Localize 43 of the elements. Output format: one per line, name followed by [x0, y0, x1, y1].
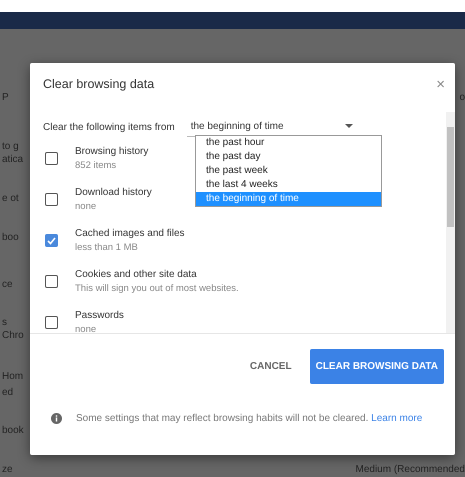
page-text: book — [2, 425, 24, 437]
page-text: to g — [2, 141, 20, 153]
dropdown-option[interactable]: the last 4 weeks — [196, 178, 381, 192]
page-text: boo — [2, 232, 20, 244]
info-icon — [51, 412, 62, 424]
checked-checkbox[interactable] — [45, 234, 58, 248]
item-detail: none — [75, 200, 98, 214]
checkbox[interactable] — [45, 152, 58, 166]
caret-icon — [344, 124, 353, 128]
clear-data-button[interactable]: CLEAR BROWSING DATA — [310, 348, 444, 384]
page-text: ze — [2, 464, 14, 476]
page-text: o — [459, 92, 465, 104]
item-detail: This will sign you out of most websites. — [75, 282, 239, 296]
page-text: Medium (Recommended — [356, 464, 465, 476]
info-note: Some settings that may reflect browsing habits will not be cleared. Learn more — [76, 412, 422, 426]
dropdown-option[interactable]: the past week — [196, 164, 381, 178]
page-text: Chro — [2, 330, 24, 342]
item-label: Passwords — [75, 308, 124, 323]
item-detail: 852 items — [75, 158, 118, 173]
range-label: Clear the following items from — [43, 121, 175, 136]
page-text: ce — [2, 279, 14, 291]
checkbox[interactable] — [45, 316, 58, 330]
item-detail: less than 1 MB — [75, 240, 139, 255]
scrollbar[interactable] — [446, 112, 455, 333]
page-text: Hom — [2, 371, 24, 383]
checkbox[interactable] — [45, 275, 58, 288]
item-detail: none — [75, 322, 98, 333]
dialog-title: Clear browsing data — [43, 76, 154, 93]
item-label: Cached images and files — [75, 226, 185, 241]
dropdown-option[interactable]: the past day — [196, 150, 381, 164]
page-text: P — [2, 92, 10, 104]
page-text: atica — [2, 154, 24, 166]
cancel-button[interactable]: CANCEL — [240, 350, 302, 382]
page-text: e ot — [2, 193, 20, 205]
item-label: Browsing history — [75, 144, 148, 159]
learn-more-link[interactable]: Learn more — [371, 412, 422, 424]
close-button[interactable]: × — [436, 76, 445, 92]
item-label: Download history — [75, 186, 152, 200]
page-text: ed — [2, 387, 14, 399]
item-label: Cookies and other site data — [75, 268, 198, 282]
checkbox[interactable] — [45, 193, 58, 206]
dropdown-option[interactable]: the past hour — [196, 136, 381, 150]
page-text: s — [2, 317, 8, 329]
